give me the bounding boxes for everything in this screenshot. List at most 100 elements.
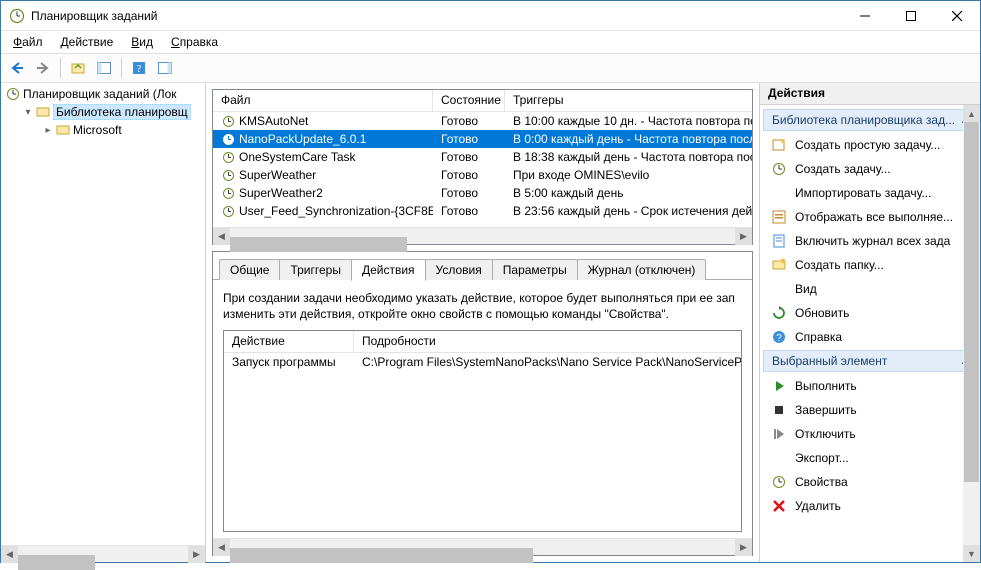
col-triggers[interactable]: Триггеры [505, 90, 752, 111]
actions-body[interactable]: Запуск программы C:\Program Files\System… [224, 353, 741, 531]
action-create-task[interactable]: Создать задачу... [763, 157, 980, 181]
tab-journal[interactable]: Журнал (отключен) [577, 259, 707, 280]
close-button[interactable] [934, 1, 980, 30]
tasks-header: Файл Состояние Триггеры [213, 90, 752, 112]
scroll-left-button[interactable]: ◀ [213, 228, 230, 245]
action-delete[interactable]: Удалить [763, 494, 980, 518]
action-view[interactable]: Вид ▶ [763, 277, 980, 301]
scroll-thumb[interactable] [964, 122, 979, 482]
clock-icon [221, 114, 235, 128]
col-file[interactable]: Файл [213, 90, 433, 111]
scroll-left-button[interactable]: ◀ [213, 539, 230, 556]
menu-action[interactable]: Действие [53, 33, 122, 51]
task-row[interactable]: KMSAutoNetГотовоВ 10:00 каждые 10 дн. - … [213, 112, 752, 130]
toolbar: ? [1, 53, 980, 83]
task-row[interactable]: NanoPackUpdate_6.0.1ГотовоВ 0:00 каждый … [213, 130, 752, 148]
tree-library[interactable]: ▾ Библиотека планировщ [1, 103, 205, 121]
action-new-folder[interactable]: Создать папку... [763, 253, 980, 277]
delete-icon [771, 498, 787, 514]
menu-file[interactable]: Файл [5, 33, 51, 51]
tasks-body[interactable]: KMSAutoNetГотовоВ 10:00 каждые 10 дн. - … [213, 112, 752, 227]
scroll-down-button[interactable]: ▼ [963, 545, 980, 562]
actions-group-selected[interactable]: Выбранный элемент▲ [763, 350, 978, 372]
col-state[interactable]: Состояние [433, 90, 505, 111]
help-button[interactable]: ? [127, 56, 151, 80]
task-row[interactable]: User_Feed_Synchronization-{3CF8E10...Гот… [213, 202, 752, 220]
tab-params[interactable]: Параметры [492, 259, 578, 280]
actions-group-library[interactable]: Библиотека планировщика зад...▲ [763, 109, 978, 131]
action-enable-log[interactable]: Включить журнал всех зада [763, 229, 980, 253]
action-disable[interactable]: Отключить [763, 422, 980, 446]
tree-microsoft[interactable]: ▸ Microsoft [1, 121, 205, 139]
action-export[interactable]: Экспорт... [763, 446, 980, 470]
clock-icon [221, 150, 235, 164]
action-run[interactable]: Выполнить [763, 374, 980, 398]
tasks-hscrollbar[interactable]: ◀ ▶ [213, 227, 752, 244]
actions-vscrollbar[interactable]: ▲ ▼ [963, 105, 980, 562]
scroll-thumb[interactable] [230, 237, 407, 252]
col-details[interactable]: Подробности [354, 331, 741, 352]
scroll-right-button[interactable]: ▶ [735, 539, 752, 556]
show-hide-tree-button[interactable] [92, 56, 116, 80]
minimize-button[interactable] [842, 1, 888, 30]
action-help[interactable]: ? Справка [763, 325, 980, 349]
tab-actions[interactable]: Действия [351, 259, 426, 281]
toolbar-separator [121, 58, 122, 78]
task-row[interactable]: SuperWeatherГотовоПри входе OMINES\evilo [213, 166, 752, 184]
blank-icon [771, 185, 787, 201]
scroll-thumb[interactable] [230, 548, 533, 563]
titlebar: Планировщик заданий [1, 1, 980, 31]
actions-pane: Действия Библиотека планировщика зад...▲… [760, 83, 980, 562]
tab-conditions[interactable]: Условия [425, 259, 493, 280]
new-folder-icon [771, 257, 787, 273]
blank-icon [771, 450, 787, 466]
forward-button[interactable] [31, 56, 55, 80]
action-show-all-running[interactable]: Отображать все выполняе... [763, 205, 980, 229]
clock-icon [221, 186, 235, 200]
running-tasks-icon [771, 209, 787, 225]
toolbar-separator [60, 58, 61, 78]
actions-pane-title: Действия [760, 83, 980, 105]
tabs: Общие Триггеры Действия Условия Параметр… [213, 252, 752, 280]
back-button[interactable] [5, 56, 29, 80]
task-row[interactable]: OneSystemCare TaskГотовоВ 18:38 каждый д… [213, 148, 752, 166]
task-row[interactable]: SuperWeather2ГотовоВ 5:00 каждый день [213, 184, 752, 202]
clock-icon [771, 161, 787, 177]
show-hide-actions-button[interactable] [153, 56, 177, 80]
action-refresh[interactable]: Обновить [763, 301, 980, 325]
actions-header: Действие Подробности [224, 331, 741, 353]
action-create-simple-task[interactable]: Создать простую задачу... [763, 133, 980, 157]
folder-icon [35, 104, 51, 120]
scroll-left-button[interactable]: ◀ [1, 546, 18, 563]
refresh-icon [771, 305, 787, 321]
menu-view[interactable]: Вид [123, 33, 161, 51]
scroll-right-button[interactable]: ▶ [735, 228, 752, 245]
menubar: Файл Действие Вид Справка [1, 31, 980, 53]
expand-icon[interactable]: ▸ [41, 125, 55, 136]
tab-body: При создании задачи необходимо указать д… [213, 280, 752, 538]
collapse-icon[interactable]: ▾ [21, 107, 35, 118]
tree-root[interactable]: Планировщик заданий (Лок [1, 85, 205, 103]
tree-hscrollbar[interactable]: ◀ ▶ [1, 545, 205, 562]
tree[interactable]: Планировщик заданий (Лок ▾ Библиотека пл… [1, 83, 205, 545]
action-properties[interactable]: Свойства [763, 470, 980, 494]
action-import-task[interactable]: Импортировать задачу... [763, 181, 980, 205]
app-icon [9, 8, 25, 24]
scroll-up-button[interactable]: ▲ [963, 105, 980, 122]
tasks-list: Файл Состояние Триггеры KMSAutoNetГотово… [212, 89, 753, 245]
menu-help[interactable]: Справка [163, 33, 226, 51]
task-scheduler-window: Планировщик заданий Файл Действие Вид Сп… [0, 0, 981, 563]
action-end[interactable]: Завершить [763, 398, 980, 422]
action-row[interactable]: Запуск программы C:\Program Files\System… [224, 353, 741, 371]
col-action[interactable]: Действие [224, 331, 354, 352]
details-hscrollbar[interactable]: ◀ ▶ [213, 538, 752, 555]
scroll-right-button[interactable]: ▶ [188, 546, 205, 563]
log-icon [771, 233, 787, 249]
tab-general[interactable]: Общие [219, 259, 280, 280]
blank-icon [771, 281, 787, 297]
tab-triggers[interactable]: Триггеры [279, 259, 352, 280]
actions-list: Библиотека планировщика зад...▲ Создать … [760, 105, 980, 562]
properties-icon [771, 474, 787, 490]
up-button[interactable] [66, 56, 90, 80]
maximize-button[interactable] [888, 1, 934, 30]
